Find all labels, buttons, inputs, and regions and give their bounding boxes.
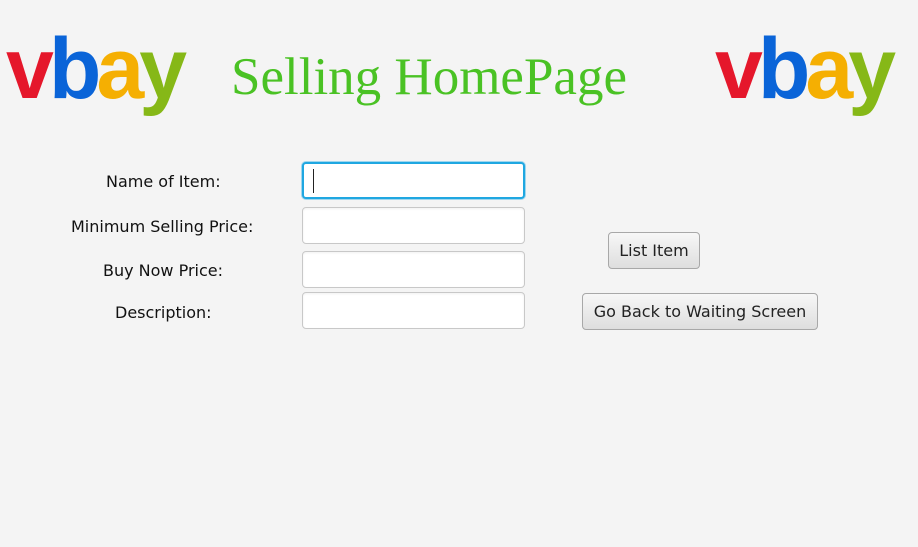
item-name-input[interactable]: [302, 162, 525, 199]
vbay-logo-left: vbay: [6, 21, 187, 117]
description-input[interactable]: [302, 292, 525, 329]
logo-letter-b: b: [757, 21, 810, 117]
vbay-logo-right: vbay: [715, 21, 896, 117]
logo-letter-a: a: [805, 21, 853, 117]
buy-now-price-label: Buy Now Price:: [103, 261, 224, 280]
logo-letter-a: a: [96, 21, 144, 117]
description-label: Description:: [115, 303, 212, 322]
logo-letter-v: v: [6, 21, 54, 117]
item-name-label: Name of Item:: [106, 172, 221, 191]
list-item-button[interactable]: List Item: [608, 232, 700, 269]
go-back-button[interactable]: Go Back to Waiting Screen: [582, 293, 818, 330]
page-title: Selling HomePage: [231, 48, 627, 106]
text-cursor: [313, 169, 314, 193]
buy-now-price-input[interactable]: [302, 251, 525, 288]
logo-letter-b: b: [48, 21, 101, 117]
logo-letter-y: y: [139, 21, 187, 117]
logo-letter-v: v: [715, 21, 763, 117]
min-price-input[interactable]: [302, 207, 525, 244]
logo-letter-y: y: [848, 21, 896, 117]
min-price-label: Minimum Selling Price:: [71, 217, 254, 236]
